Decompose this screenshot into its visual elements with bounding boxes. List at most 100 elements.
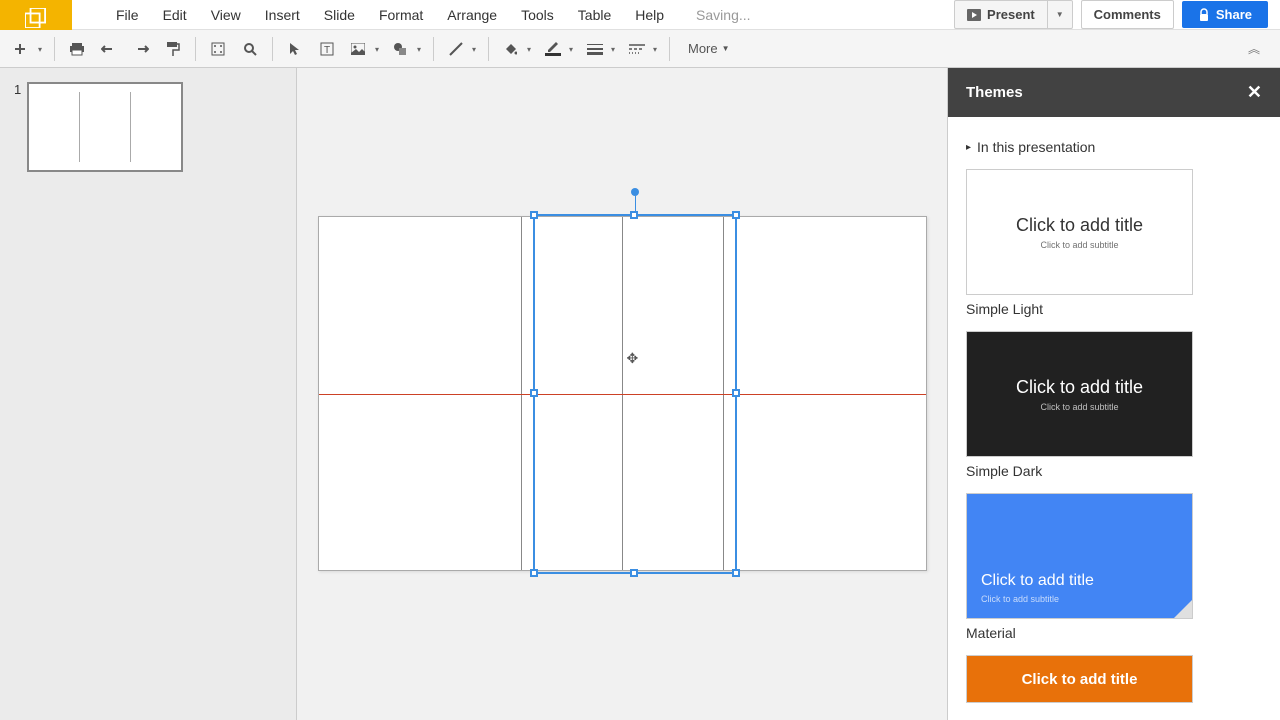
toolbar: T More ▼ ︽ [0,30,1280,68]
line-dash-button[interactable] [623,35,661,63]
menu-tools[interactable]: Tools [509,1,566,29]
print-icon [69,42,85,56]
fit-icon [211,42,225,56]
theme-name: Simple Dark [966,463,1262,479]
menu-help[interactable]: Help [623,1,676,29]
theme-simple-dark[interactable]: Click to add title Click to add subtitle… [966,331,1262,479]
paint-roller-icon [166,41,180,57]
undo-icon [101,43,117,55]
paint-format-button[interactable] [159,35,187,63]
move-cursor-icon: ✥ [627,350,639,367]
image-icon [351,43,365,55]
cursor-icon [289,42,301,56]
share-button[interactable]: Share [1182,1,1268,28]
pencil-icon [546,41,560,52]
line-tool[interactable] [442,35,480,63]
menu-insert[interactable]: Insert [253,1,312,29]
separator [195,37,196,61]
resize-handle-nw[interactable] [530,211,538,219]
menu-file[interactable]: File [104,1,151,29]
themes-section-label[interactable]: ▸ In this presentation [966,131,1262,169]
dogear-icon [1174,600,1192,618]
menu-slide[interactable]: Slide [312,1,367,29]
present-dropdown[interactable]: ▼ [1048,0,1073,29]
menu-format[interactable]: Format [367,1,435,29]
zoom-button[interactable] [236,35,264,63]
collapse-toolbar-button[interactable]: ︽ [1248,40,1260,57]
menu-edit[interactable]: Edit [151,1,199,29]
textbox-tool[interactable]: T [313,35,341,63]
app-logo[interactable] [0,0,72,30]
svg-text:T: T [324,45,330,56]
theme-orange[interactable]: Click to add title [966,655,1262,703]
slide-thumbnail-1[interactable]: 1 [14,82,282,172]
slide-number: 1 [14,82,21,172]
textbox-icon: T [320,42,334,56]
play-icon [967,9,981,21]
theme-name: Material [966,625,1262,641]
menu-view[interactable]: View [199,1,253,29]
redo-icon [133,43,149,55]
print-button[interactable] [63,35,91,63]
undo-button[interactable] [95,35,123,63]
themes-header: Themes ✕ [948,68,1280,117]
themes-panel: Themes ✕ ▸ In this presentation Click to … [947,68,1280,720]
line-dash-icon [629,43,645,55]
theme-preview-subtitle: Click to add subtitle [1040,402,1118,412]
save-status: Saving... [696,7,750,23]
slide-thumbnail-panel: 1 [0,68,297,720]
present-label: Present [987,7,1035,22]
theme-simple-light[interactable]: Click to add title Click to add subtitle… [966,169,1262,317]
paint-bucket-icon [503,42,517,56]
resize-handle-e[interactable] [732,389,740,397]
share-label: Share [1216,7,1252,22]
lock-icon [1198,8,1210,22]
theme-preview-subtitle: Click to add subtitle [981,594,1059,604]
resize-handle-n[interactable] [630,211,638,219]
theme-material[interactable]: Click to add title Click to add subtitle… [966,493,1262,641]
separator [433,37,434,61]
redo-button[interactable] [127,35,155,63]
line-weight-icon [587,43,603,55]
shape-tool[interactable] [387,35,425,63]
select-tool[interactable] [281,35,309,63]
chevron-down-icon: ▼ [722,44,730,53]
separator [272,37,273,61]
menu-items: File Edit View Insert Slide Format Arran… [104,1,676,29]
comments-button[interactable]: Comments [1081,0,1174,29]
zoom-icon [243,42,257,56]
fill-color-button[interactable] [497,35,535,63]
rotation-handle[interactable] [631,188,639,196]
new-slide-button[interactable] [8,35,46,63]
section-text: In this presentation [977,139,1095,155]
resize-handle-ne[interactable] [732,211,740,219]
resize-handle-w[interactable] [530,389,538,397]
menu-arrange[interactable]: Arrange [435,1,509,29]
slide-canvas-area[interactable]: ✥ [297,68,947,720]
close-themes-button[interactable]: ✕ [1247,82,1262,103]
main-area: 1 ✥ [0,68,1280,720]
menu-table[interactable]: Table [566,1,623,29]
selected-shape[interactable]: ✥ [533,214,737,574]
image-tool[interactable] [345,35,383,63]
theme-preview-subtitle: Click to add subtitle [1040,240,1118,250]
separator [54,37,55,61]
zoom-fit-button[interactable] [204,35,232,63]
resize-handle-sw[interactable] [530,569,538,577]
present-button[interactable]: Present [954,0,1048,29]
line-color-button[interactable] [539,35,577,63]
more-button[interactable]: More ▼ [678,37,740,60]
slide-canvas[interactable]: ✥ [318,216,927,571]
separator [669,37,670,61]
thumbnail-preview [27,82,183,172]
caret-right-icon: ▸ [966,142,971,153]
color-swatch [545,53,561,56]
header-actions: Present ▼ Comments Share [954,0,1280,29]
resize-handle-s[interactable] [630,569,638,577]
plus-icon [14,43,26,55]
more-label: More [688,41,718,56]
resize-handle-se[interactable] [732,569,740,577]
theme-preview-title: Click to add title [1022,671,1138,688]
line-weight-button[interactable] [581,35,619,63]
separator [488,37,489,61]
